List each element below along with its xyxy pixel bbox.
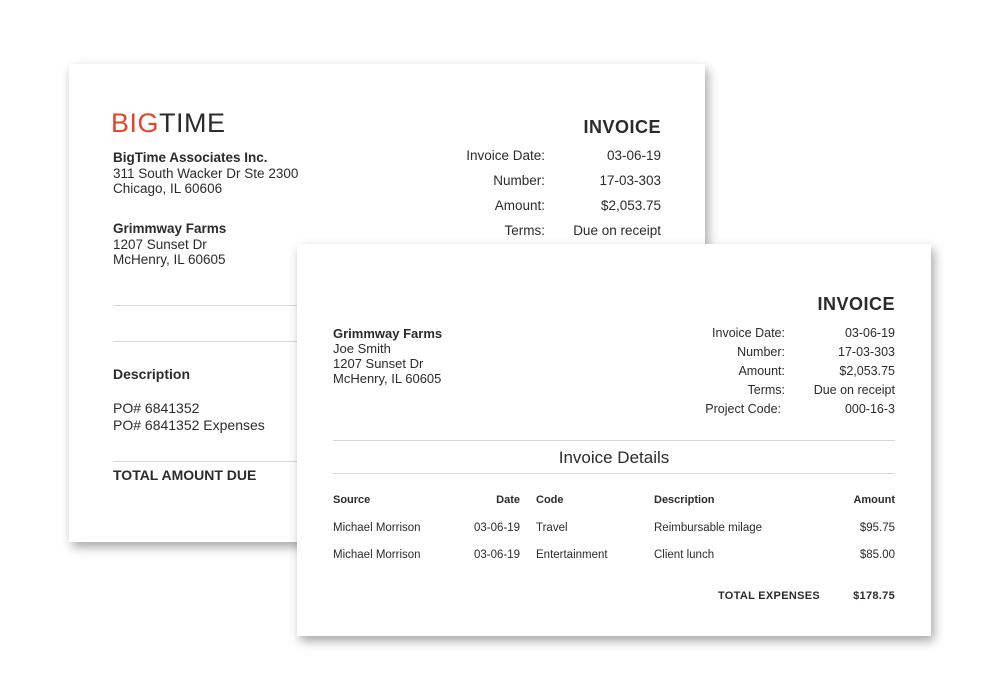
front-invoice-sheet: INVOICE Grimmway Farms Joe Smith 1207 Su… [297,244,931,636]
client-address: Grimmway Farms 1207 Sunset Dr McHenry, I… [113,221,226,268]
field-label: Amount: [738,364,785,378]
field-label: Invoice Date: [466,148,545,163]
field-row: Number: 17-03-303 [677,345,895,364]
client-address-line2: McHenry, IL 60605 [113,252,226,267]
field-label: Project Code: [705,402,781,416]
field-label: Amount: [494,198,545,213]
total-amount-due-label: TOTAL AMOUNT DUE [113,467,257,483]
field-row: Invoice Date: 03-06-19 [677,326,895,345]
cell-source: Michael Morrison [333,549,421,561]
field-row: Amount: $2,053.75 [677,364,895,383]
field-row: Project Code: 000-16-3 [677,402,895,421]
cell-source: Michael Morrison [333,522,421,534]
client-contact: Joe Smith [333,341,391,356]
field-value: 17-03-303 [599,173,661,188]
divider [333,440,895,441]
field-value: $2,053.75 [600,198,661,213]
client-address: Grimmway Farms Joe Smith 1207 Sunset Dr … [333,326,442,386]
column-header-description: Description [654,494,715,506]
cell-date: 03-06-19 [473,522,520,534]
field-value: 000-16-3 [844,402,895,416]
cell-code: Travel [536,522,568,534]
field-label: Number: [737,345,785,359]
field-label: Number: [493,173,545,188]
field-value: Due on receipt [813,383,895,397]
cell-amount: $85.00 [859,549,895,561]
field-label: Terms: [747,383,786,397]
column-header-amount: Amount [853,494,895,506]
field-row: Invoice Date: 03-06-19 [409,148,661,173]
client-name: Grimmway Farms [333,326,443,341]
cell-description: Reimbursable milage [654,522,763,534]
client-address-line1: 1207 Sunset Dr [333,356,424,371]
column-header-code: Code [536,494,564,506]
description-line: PO# 6841352 [113,400,200,416]
description-heading: Description [113,366,191,382]
company-address-line1: 311 South Wacker Dr Ste 2300 [113,165,299,181]
divider [113,341,303,342]
field-row: Terms: Due on receipt [677,383,896,402]
logo-part-time: TIME [159,108,226,138]
company-name: BigTime Associates Inc. [113,150,268,165]
field-label: Invoice Date: [712,326,785,340]
cell-amount: $95.75 [859,522,895,534]
field-value: $2,053.75 [839,364,895,378]
client-address-line2: McHenry, IL 60605 [333,371,442,386]
total-expenses-label: TOTAL EXPENSES [717,590,820,602]
company-address: BigTime Associates Inc. 311 South Wacker… [113,150,298,197]
column-header-source: Source [333,494,371,506]
cell-date: 03-06-19 [473,549,520,561]
invoice-fields: Invoice Date: 03-06-19 Number: 17-03-303… [409,148,661,248]
bigtime-logo: BIGTIME [111,108,226,139]
invoice-title: INVOICE [817,294,895,314]
client-name: Grimmway Farms [113,221,227,236]
field-row: Number: 17-03-303 [409,173,661,198]
divider [333,473,895,474]
divider [113,305,303,306]
invoice-title: INVOICE [583,117,661,137]
logo-part-big: BIG [111,108,160,138]
cell-description: Client lunch [654,549,715,561]
field-label: Terms: [504,223,546,238]
invoice-details-title: Invoice Details [558,448,670,467]
total-expenses-value: $178.75 [853,590,895,602]
field-value: 03-06-19 [844,326,895,340]
invoice-fields: Invoice Date: 03-06-19 Number: 17-03-303… [677,326,895,421]
field-row: Amount: $2,053.75 [409,198,661,223]
cell-code: Entertainment [536,549,608,561]
description-line: PO# 6841352 Expenses [113,417,265,433]
field-value: 03-06-19 [606,148,661,163]
field-value: 17-03-303 [838,345,895,359]
field-value: Due on receipt [573,223,661,238]
column-header-date: Date [496,494,520,506]
company-address-line2: Chicago, IL 60606 [113,181,223,196]
divider [113,461,303,462]
client-address-line1: 1207 Sunset Dr [113,236,207,252]
